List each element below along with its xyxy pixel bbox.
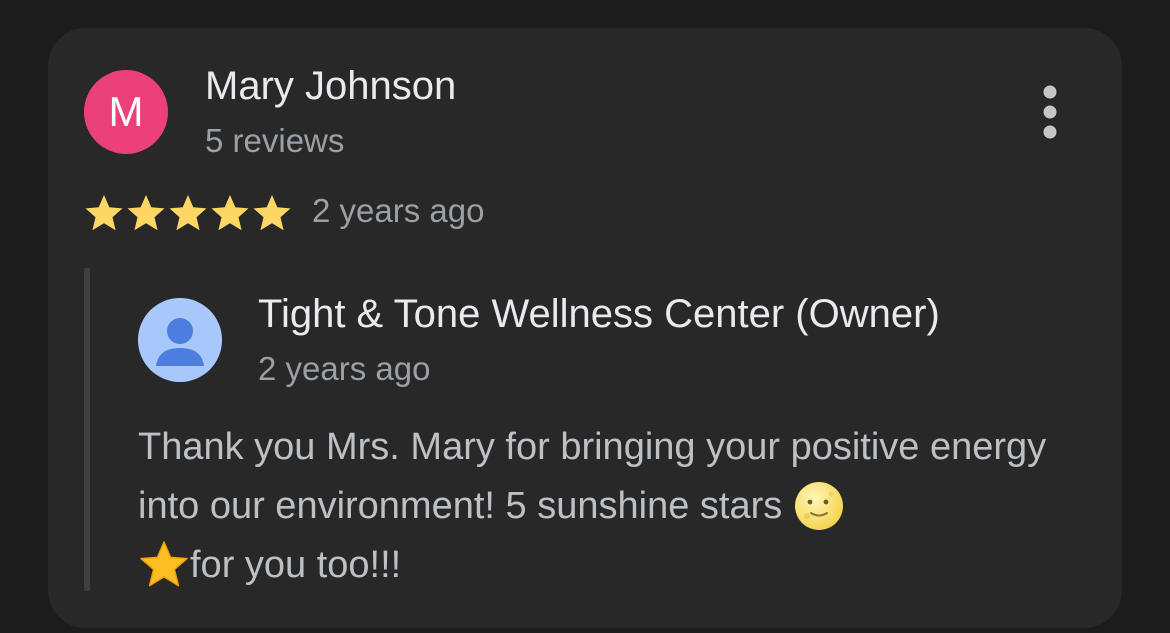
review-timestamp: 2 years ago bbox=[312, 192, 485, 229]
more-vert-icon bbox=[1043, 85, 1057, 139]
reply-text-part2: for you too!!! bbox=[190, 544, 402, 586]
reply-divider bbox=[84, 268, 90, 591]
reviewer-review-count: 5 reviews bbox=[205, 122, 345, 159]
owner-reply-timestamp: 2 years ago bbox=[258, 350, 431, 387]
full-moon-face-emoji bbox=[793, 480, 845, 532]
reviewer-name[interactable]: Mary Johnson bbox=[205, 64, 456, 109]
review-card: M Mary Johnson 5 reviews 2 years ago Tig… bbox=[48, 28, 1122, 628]
star-rating bbox=[84, 190, 294, 236]
reply-text-part1: Thank you Mrs. Mary for bringing your po… bbox=[138, 426, 1047, 527]
more-options-button[interactable] bbox=[1030, 80, 1070, 144]
star-icon bbox=[85, 195, 123, 231]
owner-reply-text: Thank you Mrs. Mary for bringing your po… bbox=[138, 418, 1098, 595]
reviewer-avatar[interactable]: M bbox=[84, 70, 168, 154]
star-emoji bbox=[138, 539, 190, 591]
person-icon bbox=[138, 298, 222, 382]
star-icon bbox=[127, 195, 165, 231]
star-icon bbox=[169, 195, 207, 231]
avatar-letter: M bbox=[108, 88, 144, 135]
owner-name: Tight & Tone Wellness Center (Owner) bbox=[258, 292, 940, 336]
star-icon bbox=[211, 195, 249, 231]
star-icon bbox=[253, 195, 291, 231]
owner-avatar bbox=[138, 298, 222, 382]
